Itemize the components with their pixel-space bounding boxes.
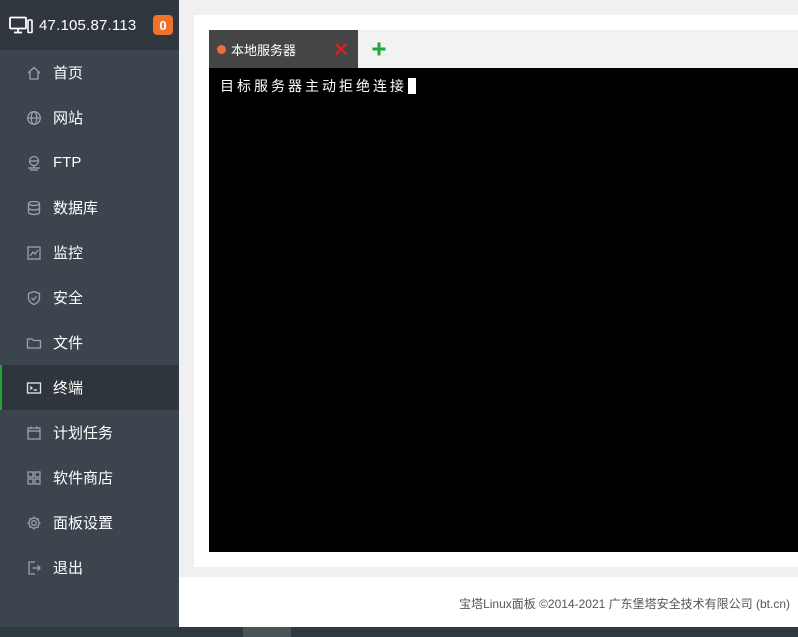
terminal-output-line: 目标服务器主动拒绝连接 [220,76,416,96]
app-root: 47.105.87.113 0 首页 网站 FTP 数据库 监控 安全 文件 终… [0,0,798,637]
sidebar-item-label: 软件商店 [53,470,114,487]
sidebar-item-settings[interactable]: 面板设置 [0,500,179,545]
gear-icon [26,515,42,531]
logout-icon [26,560,42,576]
sidebar-item-label: 终端 [53,380,84,397]
terminal-panel: 本地服务器 目标服务器主动拒绝连接 [194,15,798,567]
home-icon [26,65,42,81]
sidebar-item-database[interactable]: 数据库 [0,185,179,230]
sidebar-item-label: 数据库 [53,200,99,217]
footer-copyright: 宝塔Linux面板 ©2014-2021 广东堡塔安全技术有限公司 (bt.cn… [459,597,790,611]
sidebar-menu: 首页 网站 FTP 数据库 监控 安全 文件 终端 计划任务 软件商店 面板设置… [0,50,179,590]
globe-icon [26,110,42,126]
sidebar-item-logout[interactable]: 退出 [0,545,179,590]
sidebar-item-home[interactable]: 首页 [0,50,179,95]
ftp-icon [26,155,42,171]
sidebar-item-label: 网站 [53,110,84,127]
sidebar-item-label: 文件 [53,335,84,352]
folder-icon [26,335,42,351]
terminal-cursor [408,78,416,94]
sidebar-item-files[interactable]: 文件 [0,320,179,365]
close-tab-icon[interactable] [333,41,349,57]
terminal-tab[interactable]: 本地服务器 [209,30,358,68]
sidebar-item-label: 首页 [53,65,84,82]
shield-icon [26,290,42,306]
sidebar-item-ftp[interactable]: FTP [0,140,179,185]
sidebar-item-label: 面板设置 [53,515,114,532]
sidebar-item-label: 计划任务 [53,425,114,442]
calendar-icon [26,425,42,441]
database-icon [26,200,42,216]
sidebar-item-cron[interactable]: 计划任务 [0,410,179,455]
monitor-chart-icon [26,245,42,261]
sidebar: 47.105.87.113 0 首页 网站 FTP 数据库 监控 安全 文件 终… [0,0,179,627]
grid-icon [26,470,42,486]
sidebar-item-store[interactable]: 软件商店 [0,455,179,500]
terminal-tab-bar: 本地服务器 [209,30,798,68]
notification-badge[interactable]: 0 [153,15,173,35]
terminal-icon [26,380,42,396]
terminal-output-text: 目标服务器主动拒绝连接 [220,79,407,95]
bottom-strip [0,627,798,637]
sidebar-header[interactable]: 47.105.87.113 0 [0,0,179,50]
terminal-screen[interactable]: 目标服务器主动拒绝连接 [209,68,798,552]
main-content: 本地服务器 目标服务器主动拒绝连接 宝塔Linux面板 ©2014-2021 广… [179,0,798,627]
status-dot-icon [217,44,226,54]
bottom-strip-tab[interactable] [243,627,291,637]
sidebar-item-label: 监控 [53,245,84,262]
sidebar-item-label: 安全 [53,290,84,307]
sidebar-item-terminal[interactable]: 终端 [0,365,179,410]
add-tab-icon[interactable] [371,41,387,57]
sidebar-item-label: 退出 [53,560,84,577]
monitor-icon [9,16,33,34]
terminal-tab-label: 本地服务器 [231,42,297,58]
sidebar-item-label: FTP [53,154,82,171]
sidebar-item-monitor[interactable]: 监控 [0,230,179,275]
server-ip: 47.105.87.113 [39,16,137,34]
sidebar-item-website[interactable]: 网站 [0,95,179,140]
sidebar-item-security[interactable]: 安全 [0,275,179,320]
footer: 宝塔Linux面板 ©2014-2021 广东堡塔安全技术有限公司 (bt.cn… [179,577,798,627]
